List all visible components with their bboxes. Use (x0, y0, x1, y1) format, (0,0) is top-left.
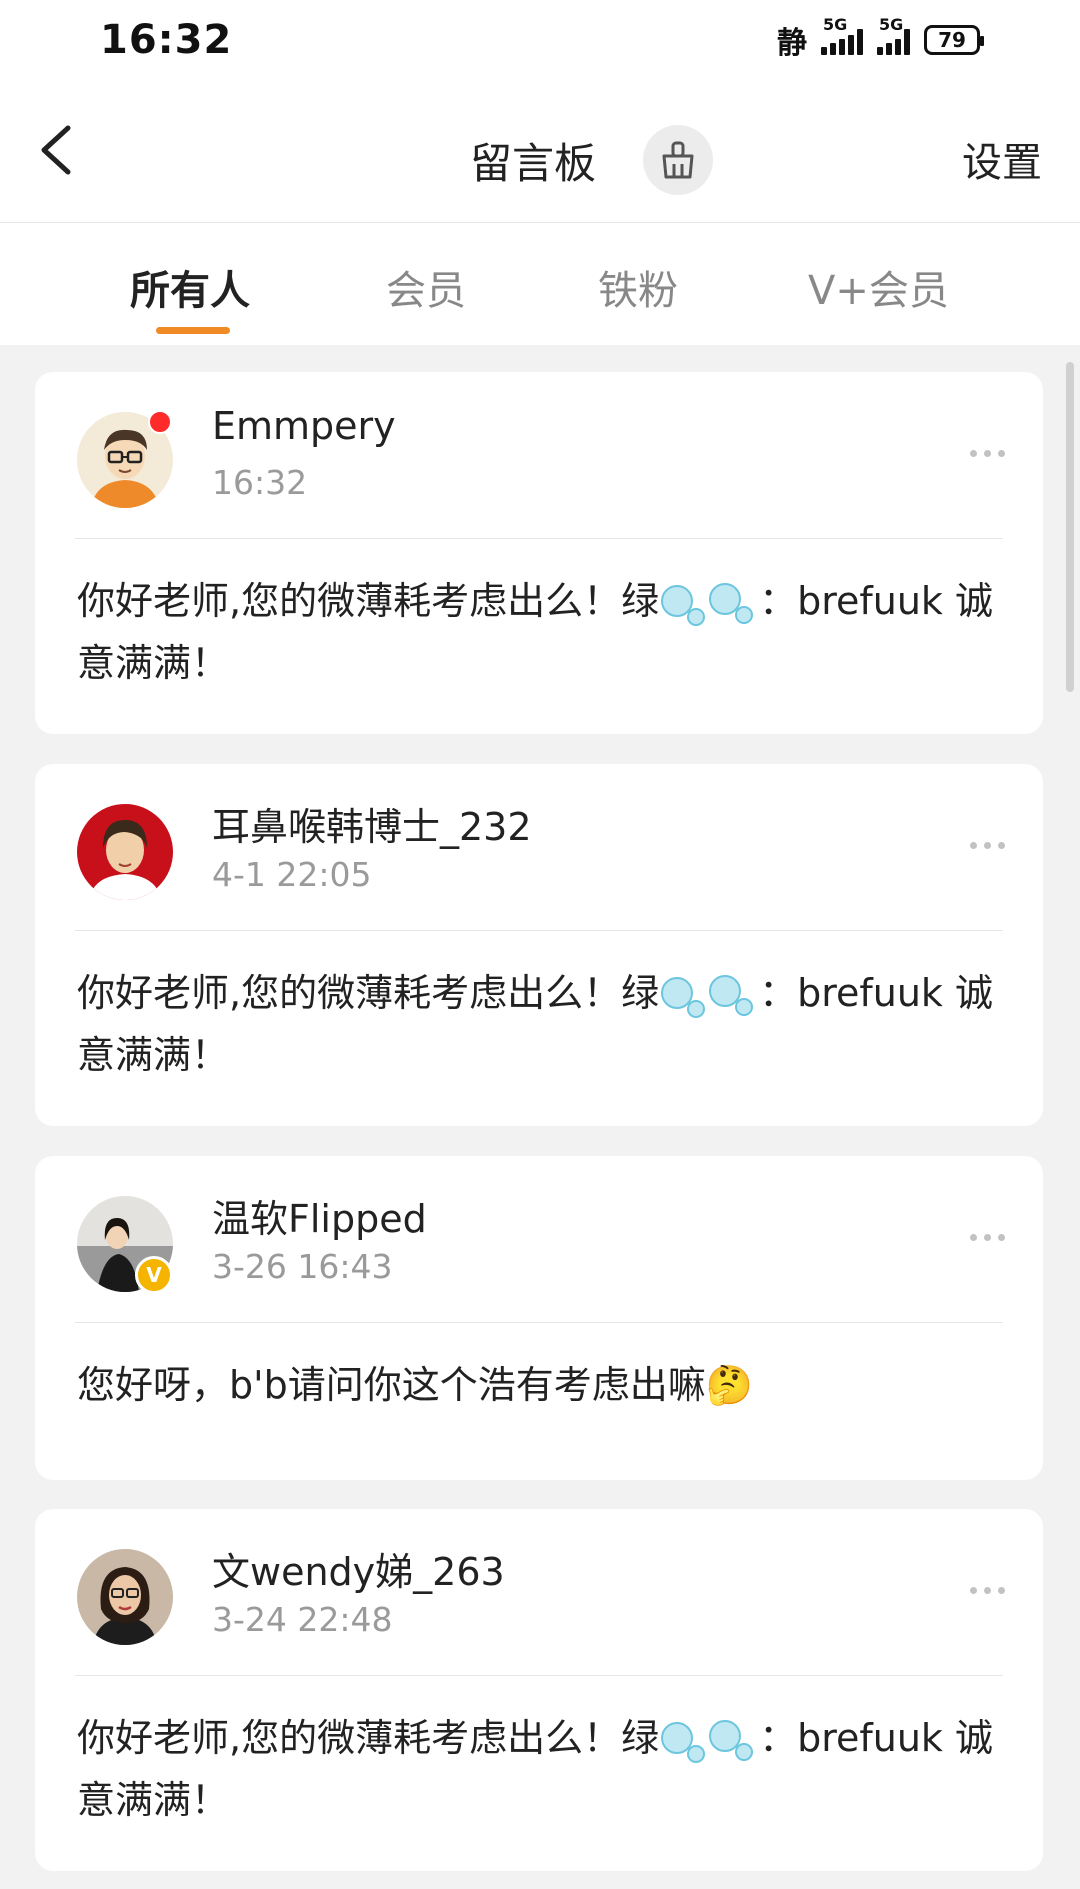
clean-button[interactable] (643, 125, 713, 195)
more-options-button[interactable] (970, 450, 1005, 457)
back-button[interactable] (30, 120, 90, 180)
timestamp: 4-1 22:05 (212, 855, 372, 894)
page-title: 留言板 (470, 139, 597, 188)
tab-everyone[interactable]: 所有人 (130, 258, 250, 316)
signal-icon-2: 5G (877, 15, 910, 55)
tab-bar: 所有人 会员 铁粉 V+会员 (0, 223, 1080, 345)
unread-dot (148, 410, 172, 434)
message-text: 你好老师,您的微薄耗考虑出么！绿 ：brefuuk 诚意满满！ (77, 1716, 994, 1822)
status-icons: 静 5G 5G 79 (777, 15, 984, 62)
username[interactable]: Emmpery (212, 404, 396, 448)
thinking-emoji: 🤔 (705, 1363, 754, 1407)
more-options-button[interactable] (970, 1587, 1005, 1594)
username[interactable]: 文wendy娣_263 (212, 1541, 505, 1596)
timestamp: 16:32 (212, 463, 308, 502)
nav-bar: 留言板 设置 (0, 80, 1080, 223)
chevron-left-icon (41, 125, 71, 175)
status-time: 16:32 (100, 17, 233, 63)
message-card: V 温软Flipped 3-26 16:43 您好呀，b'b请问你这个浩有考虑出… (35, 1156, 1043, 1480)
message-card: Emmpery 16:32 你好老师,您的微薄耗考虑出么！绿 ：brefuuk 诚… (35, 372, 1043, 734)
tab-vplus-members[interactable]: V+会员 (808, 258, 949, 316)
divider (75, 930, 1003, 931)
battery-icon: 79 (924, 25, 984, 55)
tab-indicator (156, 327, 230, 334)
bubble-emoji-icon (661, 974, 754, 1018)
username[interactable]: 耳鼻喉韩博士_232 (212, 796, 532, 851)
divider (75, 538, 1003, 539)
username[interactable]: 温软Flipped (212, 1188, 427, 1243)
more-options-button[interactable] (970, 842, 1005, 849)
mute-indicator: 静 (777, 26, 807, 61)
signal-icon: 5G (821, 15, 863, 55)
divider (75, 1322, 1003, 1323)
message-text: 你好老师,您的微薄耗考虑出么！绿 ：brefuuk 诚意满满！ (77, 971, 994, 1077)
avatar[interactable] (77, 804, 173, 900)
bubble-emoji-icon (661, 582, 754, 626)
scrollbar[interactable] (1066, 362, 1074, 692)
bubble-emoji-icon (661, 1719, 754, 1763)
settings-button[interactable]: 设置 (962, 130, 1042, 188)
timestamp: 3-26 16:43 (212, 1247, 393, 1286)
divider (75, 1675, 1003, 1676)
tab-members[interactable]: 会员 (386, 258, 466, 316)
more-options-button[interactable] (970, 1234, 1005, 1241)
tab-iron-fans[interactable]: 铁粉 (598, 258, 678, 316)
status-bar: 16:32 静 5G 5G 79 (0, 0, 1080, 80)
message-card: 耳鼻喉韩博士_232 4-1 22:05 你好老师,您的微薄耗考虑出么！绿 ：br… (35, 764, 1043, 1126)
timestamp: 3-24 22:48 (212, 1600, 393, 1639)
message-text: 你好老师,您的微薄耗考虑出么！绿 ：brefuuk 诚意满满！ (77, 579, 994, 685)
avatar[interactable] (77, 1549, 173, 1645)
message-card: 文wendy娣_263 3-24 22:48 你好老师,您的微薄耗考虑出么！绿：… (35, 1509, 1043, 1871)
message-text: 您好呀，b'b请问你这个浩有考虑出嘛🤔 (77, 1363, 754, 1407)
verified-badge-icon: V (135, 1256, 173, 1294)
broom-icon (662, 141, 694, 179)
